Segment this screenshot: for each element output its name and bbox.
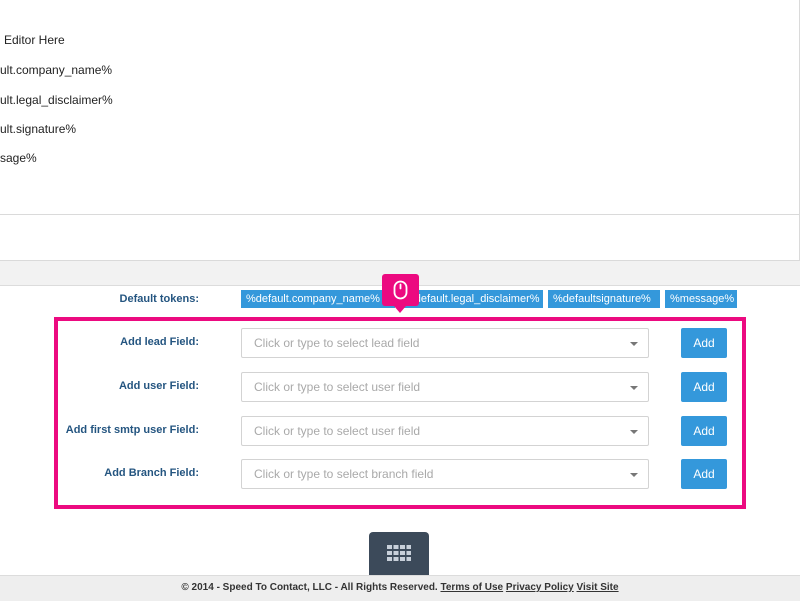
chevron-down-icon <box>630 342 638 346</box>
chevron-down-icon <box>630 473 638 477</box>
apps-grid-button[interactable] <box>369 532 429 578</box>
cursor-indicator <box>382 274 419 313</box>
add-user-field-button[interactable]: Add <box>681 372 727 402</box>
page-footer: © 2014 - Speed To Contact, LLC - All Rig… <box>0 575 800 601</box>
branch-field-placeholder: Click or type to select branch field <box>254 467 434 481</box>
token-message[interactable]: %message% <box>665 290 737 308</box>
editor-line: ult.company_name% <box>0 63 113 77</box>
lead-field-label: Add lead Field: <box>120 336 199 348</box>
user-field-label: Add user Field: <box>118 380 199 392</box>
editor-line: ult.signature% <box>0 122 77 136</box>
add-branch-field-button[interactable]: Add <box>681 459 727 489</box>
user-field-placeholder: Click or type to select user field <box>254 380 421 394</box>
chevron-down-icon <box>630 386 638 390</box>
visit-site-link[interactable]: Visit Site <box>577 582 619 593</box>
token-legal-disclaimer[interactable]: %default.legal_disclaimer% <box>400 290 543 308</box>
add-smtp-user-field-button[interactable]: Add <box>681 416 727 446</box>
token-company-name[interactable]: %default.company_name% <box>241 290 395 308</box>
default-tokens-label: Default tokens: <box>119 293 199 305</box>
editor-line: sage% <box>0 151 37 165</box>
message-editor[interactable]: Editor Here ult.company_name% ult.legal_… <box>0 0 800 215</box>
chevron-down-icon <box>630 430 638 434</box>
privacy-policy-link[interactable]: Privacy Policy <box>506 582 574 593</box>
user-field-select[interactable]: Click or type to select user field <box>241 372 649 402</box>
mouse-icon <box>393 280 408 305</box>
smtp-user-field-placeholder: Click or type to select user field <box>254 424 421 438</box>
terms-of-use-link[interactable]: Terms of Use <box>441 582 504 593</box>
smtp-user-field-select[interactable]: Click or type to select user field <box>241 416 649 446</box>
lead-field-placeholder: Click or type to select lead field <box>254 336 420 350</box>
footer-copyright: © 2014 - Speed To Contact, LLC - All Rig… <box>181 582 438 593</box>
editor-line: Editor Here <box>4 33 65 47</box>
smtp-user-field-label: Add first smtp user Field: <box>65 424 199 436</box>
editor-line: ult.legal_disclaimer% <box>0 93 113 107</box>
token-signature[interactable]: %defaultsignature% <box>548 290 660 308</box>
grid-icon <box>387 545 411 568</box>
branch-field-label: Add Branch Field: <box>104 467 199 479</box>
lead-field-select[interactable]: Click or type to select lead field <box>241 328 649 358</box>
branch-field-select[interactable]: Click or type to select branch field <box>241 459 649 489</box>
editor-status-strip <box>0 215 800 261</box>
add-lead-field-button[interactable]: Add <box>681 328 727 358</box>
